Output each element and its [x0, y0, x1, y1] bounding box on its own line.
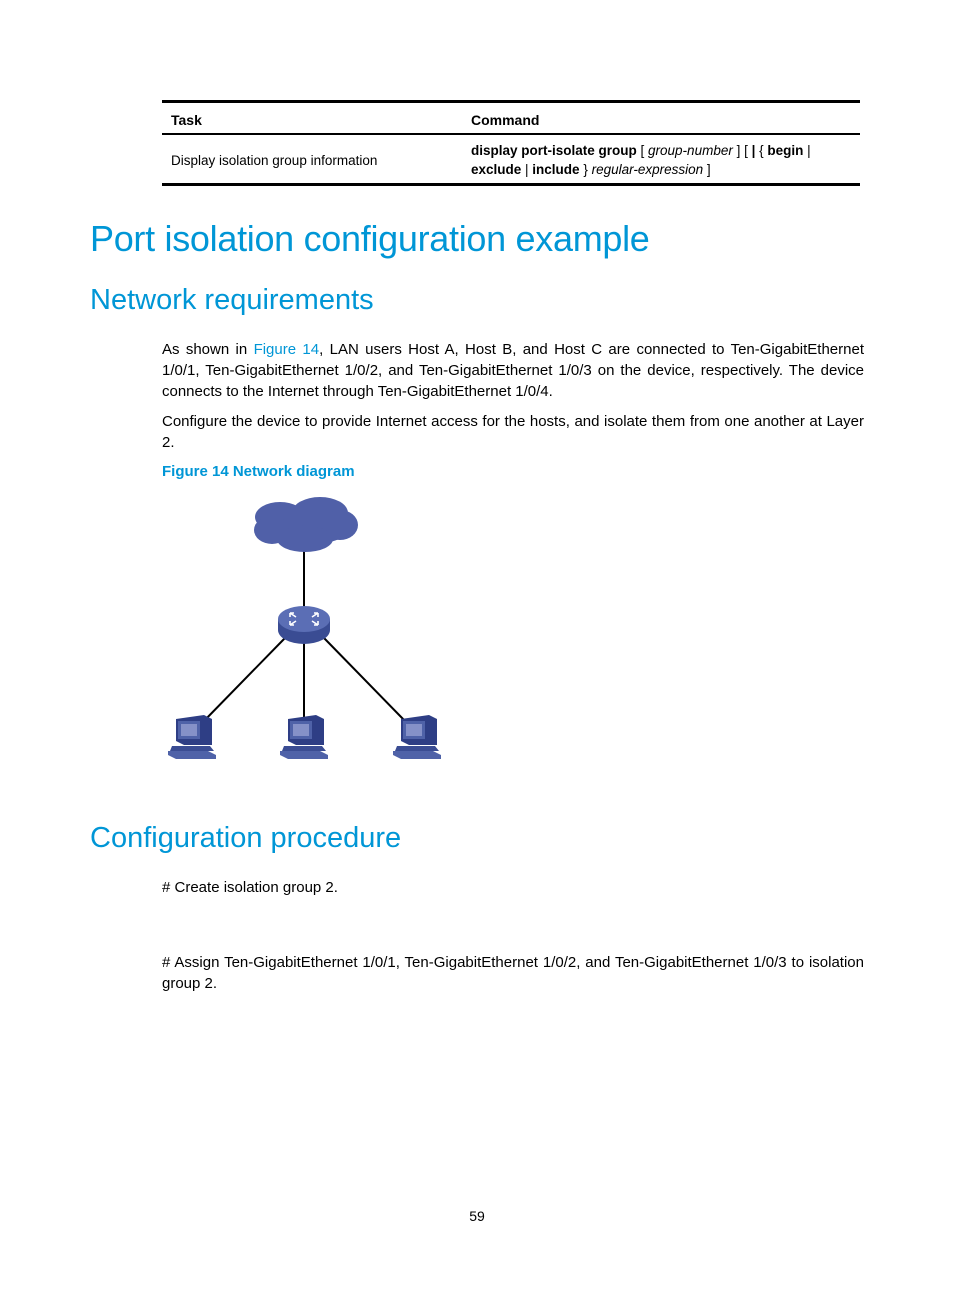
table-header-task: Task [171, 112, 202, 128]
network-diagram [168, 497, 441, 759]
heading-network-requirements: Network requirements [90, 284, 374, 316]
switch-icon [278, 606, 330, 644]
figure-caption: Figure 14 Network diagram [162, 463, 355, 480]
step-assign-ports: # Assign Ten-GigabitEthernet 1/0/1, Ten-… [162, 954, 864, 992]
cmd-keyword: exclude [471, 162, 522, 177]
table-bottom-rule [162, 183, 860, 186]
cmd-text: | [803, 143, 811, 158]
internet-cloud-icon [254, 497, 358, 552]
cmd-text: } [579, 162, 592, 177]
page-number: 59 [469, 1208, 485, 1224]
text: As shown in [162, 341, 254, 358]
heading-configuration-procedure: Configuration procedure [90, 822, 402, 854]
cmd-text: { [755, 143, 768, 158]
cmd-keyword: display port-isolate group [471, 143, 637, 158]
table-cell-command: display port-isolate group [ group-numbe… [471, 141, 851, 179]
cmd-text: | [521, 162, 533, 177]
cmd-text: ] [ [732, 143, 752, 158]
cmd-text: ] [703, 162, 711, 177]
paragraph-goal: Configure the device to provide Internet… [162, 413, 864, 451]
table-header-rule [162, 133, 860, 135]
cmd-keyword: begin [767, 143, 804, 158]
cmd-arg: regular-expression [591, 162, 704, 177]
host-c-icon [393, 715, 441, 759]
step-create-group: # Create isolation group 2. [162, 879, 338, 896]
host-a-icon [168, 715, 216, 759]
table-top-rule [162, 100, 860, 103]
figure-link[interactable]: Figure 14 [254, 341, 320, 358]
table-cell-task: Display isolation group information [171, 153, 378, 168]
cmd-keyword: include [532, 162, 580, 177]
table-header-command: Command [471, 112, 540, 128]
cmd-arg: group-number [648, 143, 733, 158]
cmd-text: [ [636, 143, 649, 158]
link-switch-host-c [323, 637, 406, 722]
host-b-icon [280, 715, 328, 759]
link-switch-host-a [201, 637, 286, 724]
paragraph-requirements: As shown in Figure 14, LAN users Host A,… [162, 339, 864, 402]
section-title: Port isolation configuration example [90, 218, 650, 259]
